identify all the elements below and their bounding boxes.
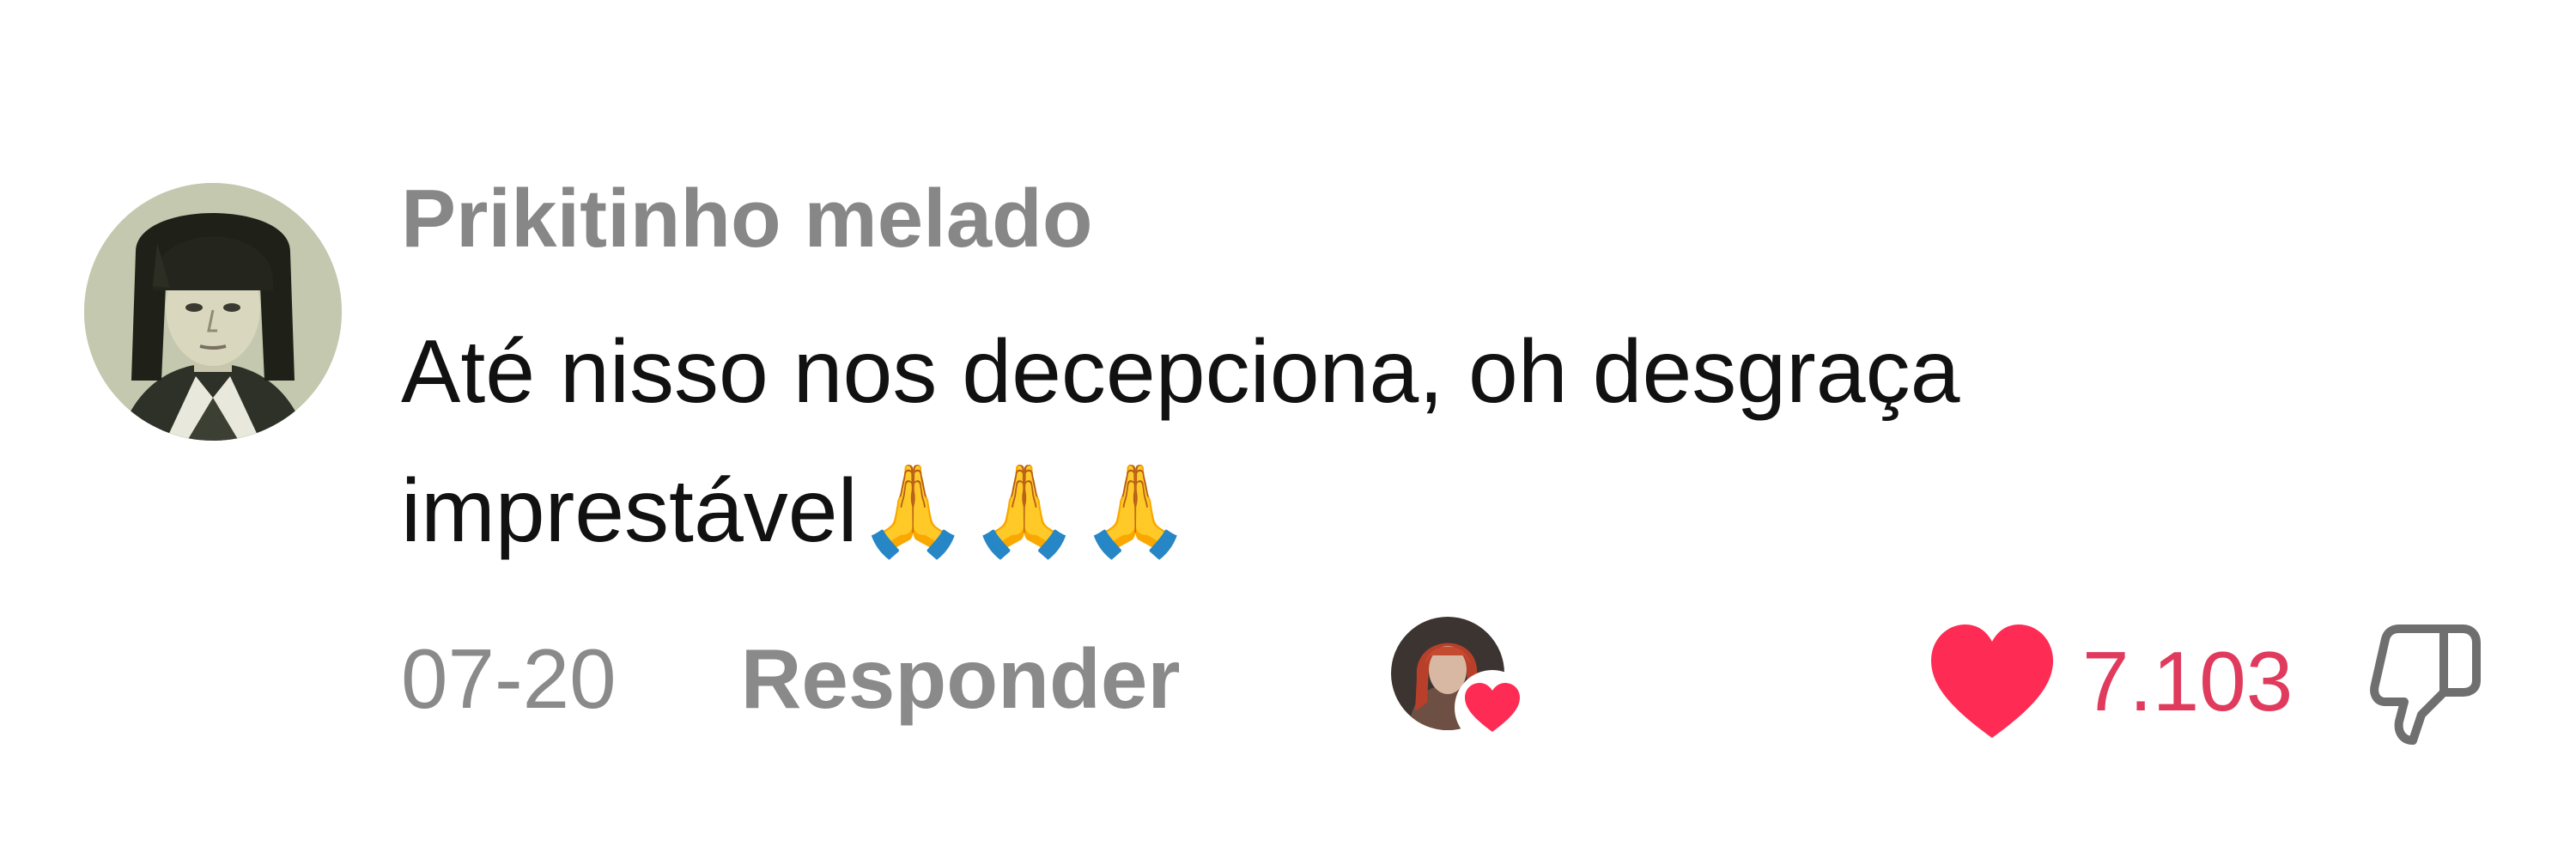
like-control[interactable]: 7.103	[1928, 617, 2293, 746]
heart-icon[interactable]	[1928, 621, 2057, 741]
heart-icon	[1455, 670, 1530, 746]
comment-meta: 07-20 Responder	[401, 631, 1181, 726]
comment-date: 07-20	[401, 631, 617, 726]
thumbs-down-icon[interactable]	[2360, 620, 2488, 749]
comment-text: Até nisso nos decepciona, oh desgraça im…	[401, 322, 1960, 561]
reply-button[interactable]: Responder	[741, 631, 1181, 728]
comment-item: Prikitinho melado Até nisso nos decepcio…	[0, 0, 2576, 859]
user-avatar[interactable]	[84, 183, 342, 441]
liked-by-creator-badge	[1391, 617, 1530, 754]
comment-username[interactable]: Prikitinho melado	[401, 172, 1092, 266]
like-count: 7.103	[2082, 633, 2293, 728]
user-avatar-image	[84, 183, 342, 441]
